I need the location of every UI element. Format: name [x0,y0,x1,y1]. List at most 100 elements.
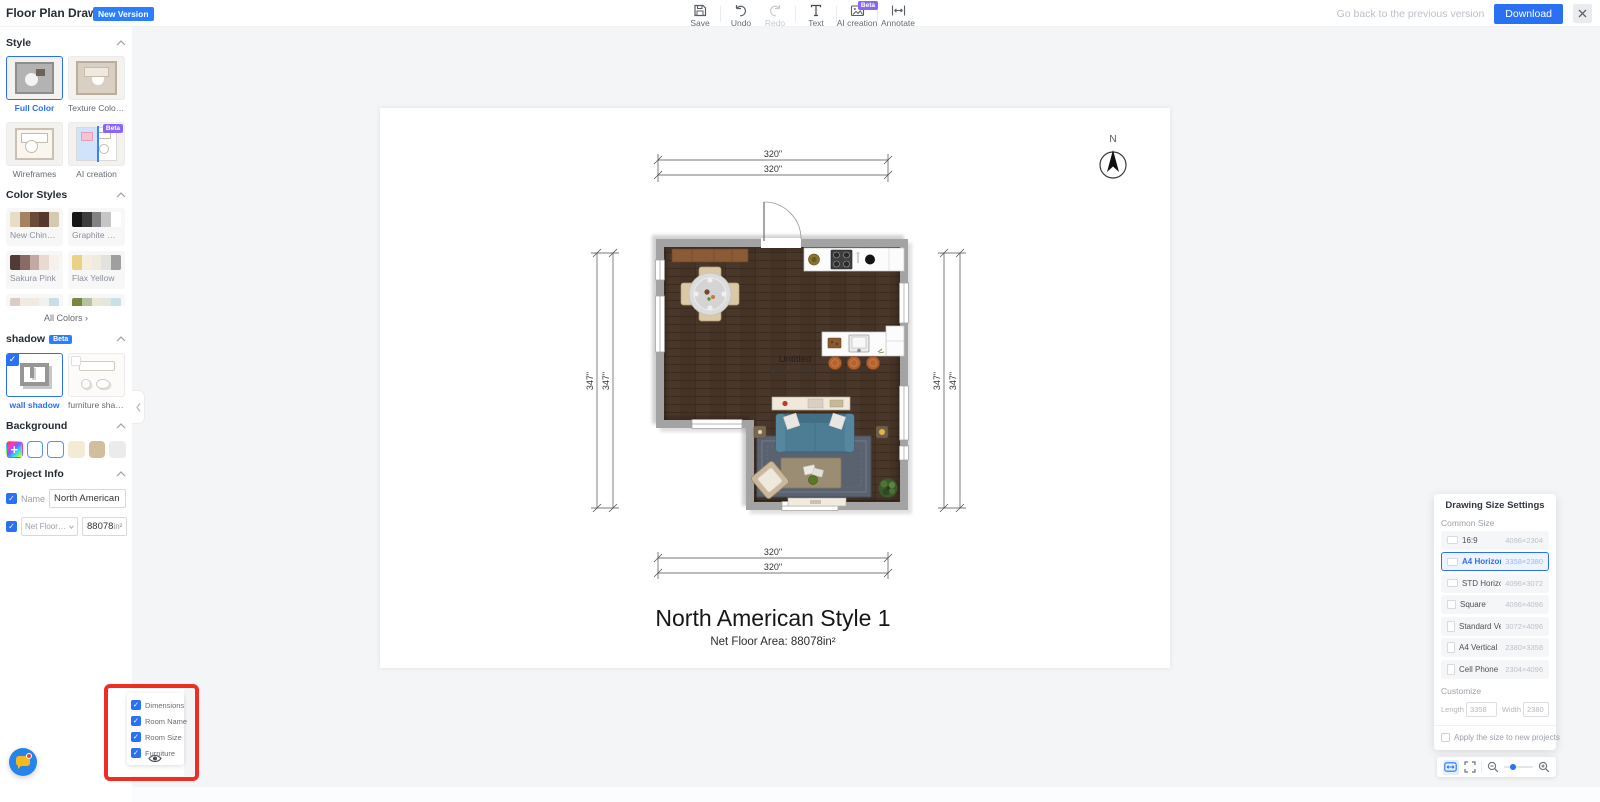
bar-stools [828,356,880,370]
chevron-up-icon[interactable] [116,40,126,46]
room-name-checkbox[interactable]: ✓ [131,716,141,726]
palette-name: Flax Yellow [72,273,115,283]
palette-spring-green[interactable]: Spring Green [68,294,125,306]
sideboard [671,248,749,263]
toolbar-separator [795,6,796,22]
download-button[interactable]: Download [1494,3,1563,24]
zoom-slider[interactable] [1503,764,1533,770]
visibility-option-room-name[interactable]: ✓ Room Name [131,713,187,729]
width-input[interactable] [1523,701,1549,717]
net-floor-row: ✓ Net Floor Area 88078 in² [6,517,128,536]
background-swatch-cream[interactable] [68,441,85,458]
dim-right-1: 347" [932,372,942,390]
chevron-up-icon[interactable] [116,471,126,477]
size-option-standard-vertical[interactable]: Standard Vertical 3072×4096 [1441,616,1549,636]
style-option-ai-creation[interactable]: Beta AI creation [68,122,125,179]
color-styles-section-header: Color Styles [6,189,126,201]
area-value-box[interactable]: 88078 in² [82,517,128,536]
project-name-input[interactable] [49,489,126,508]
style-option-label: Texture Color Map [68,103,125,113]
fit-screen-button[interactable] [1464,761,1476,773]
area-value: 88078 [87,521,114,532]
style-option-label: AI creation [76,169,117,179]
chevron-up-icon[interactable] [116,336,126,342]
zoom-out-icon [1487,761,1499,773]
style-option-texture-color-map[interactable]: Texture Color Map [68,56,125,113]
toolbar-separator [1480,761,1482,773]
sidebar-collapse-handle[interactable] [132,390,145,424]
link-icon[interactable] [1498,705,1500,714]
annotate-button[interactable]: Annotate [881,1,915,28]
portrait-page-icon [1447,663,1455,675]
text-button[interactable]: Text [799,1,833,28]
visibility-option-room-size[interactable]: ✓ Room Size [131,729,182,745]
furniture-checkbox[interactable]: ✓ [131,748,141,758]
door [761,201,802,248]
size-option-cell-phone[interactable]: Cell Phone 2304×4096 [1441,659,1549,679]
palette-name: Graphite Grey [72,230,121,240]
palette-fresh-macaron[interactable]: Fresh Macaron [6,294,63,306]
size-panel-title: Drawing Size Settings [1445,500,1545,511]
save-button[interactable]: Save [683,1,717,28]
apply-size-checkbox[interactable] [1441,732,1450,742]
zoom-out-button[interactable] [1487,761,1499,773]
background-swatch-white-2[interactable] [47,441,65,458]
furniture-shadow-checkbox[interactable] [71,356,81,366]
console-table [771,396,851,411]
wall-shadow-checkbox[interactable]: ✓ [7,354,19,366]
landscape-page-icon [1447,536,1458,544]
net-floor-select[interactable]: Net Floor Area [21,517,78,536]
go-back-link[interactable]: Go back to the previous version [1337,8,1485,20]
header: Floor Plan Drawings New Version Save Und… [0,0,1600,28]
custom-color-swatch[interactable] [6,441,23,458]
portrait-page-icon [1447,620,1455,632]
dimensions-checkbox[interactable]: ✓ [131,700,141,710]
length-input[interactable] [1465,701,1497,717]
area-unit: in² [113,522,123,531]
style-option-wireframes[interactable]: Wireframes [6,122,63,179]
wall-shadow-option[interactable]: ✓ wall shadow [6,353,63,410]
drawing-page[interactable]: 320" 320" 320" 320" 347" 347" 347" 347" … [380,108,1170,668]
kitchen-counter [803,247,905,272]
name-checkbox[interactable]: ✓ [6,493,17,504]
undo-label: Undo [730,18,752,28]
redo-button[interactable]: Redo [758,1,792,28]
chevron-up-icon[interactable] [116,192,126,198]
shadow-option-label: furniture shadow [68,400,125,410]
size-option-std-horizontal[interactable]: STD Horizontal 4096×3072 [1441,573,1549,593]
chevron-up-icon[interactable] [116,423,126,429]
plan-subtitle: Net Floor Area: 88078in² [710,636,835,648]
visibility-option-dimensions[interactable]: ✓ Dimensions [131,697,184,713]
palette-new-chinese[interactable]: New Chinese ... [6,208,63,246]
shadow-beta-badge: Beta [49,334,73,344]
undo-button[interactable]: Undo [724,1,758,28]
palette-graphite-grey[interactable]: Graphite Grey [68,208,125,246]
palette-sakura-pink[interactable]: Sakura Pink [6,251,63,289]
size-option-a4-vertical[interactable]: A4 Vertical 2380×3358 [1441,638,1549,657]
wireframes-thumbnail [15,128,54,160]
all-colors-link[interactable]: All Colors › [6,313,126,323]
style-option-full-color[interactable]: Full Color [6,56,63,113]
coffee-table [780,457,842,489]
close-button[interactable] [1573,4,1592,23]
size-option-square[interactable]: Square 4096×4096 [1441,595,1549,614]
canvas-area: 320" 320" 320" 320" 347" 347" 347" 347" … [132,27,1600,802]
size-option-a4-horizontal[interactable]: A4 Horizontal 3358×2380 [1441,552,1549,571]
help-chat-button[interactable] [9,748,37,776]
name-label: Name [21,493,46,504]
visibility-eye-button[interactable] [148,751,162,769]
furniture-shadow-option[interactable]: furniture shadow [68,353,125,410]
size-option-16-9[interactable]: 16:9 4096×2304 [1441,530,1549,550]
background-swatch-white[interactable] [26,441,44,458]
palette-flax-yellow[interactable]: Flax Yellow [68,251,125,289]
background-swatch-grey[interactable] [109,441,127,458]
zoom-in-button[interactable] [1538,761,1550,773]
furniture-shadow-thumbnail [79,361,115,371]
fit-width-button[interactable] [1443,759,1459,775]
zoom-slider-thumb[interactable] [1509,764,1516,770]
common-size-label: Common Size [1441,518,1495,528]
ai-creation-button[interactable]: Beta AI creation [837,1,878,28]
background-swatch-tan[interactable] [88,441,106,458]
net-floor-checkbox[interactable]: ✓ [6,521,17,532]
room-size-checkbox[interactable]: ✓ [131,732,141,742]
